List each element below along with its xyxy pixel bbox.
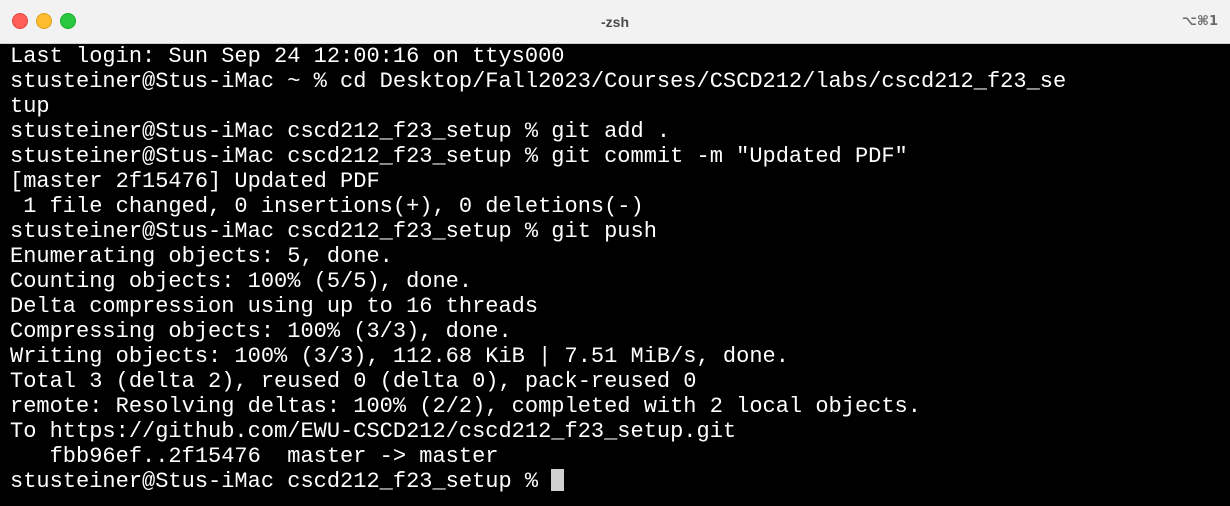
terminal-line: stusteiner@Stus-iMac cscd212_f23_setup %… — [10, 219, 657, 244]
terminal-line: Enumerating objects: 5, done. — [10, 244, 393, 269]
terminal-line: 1 file changed, 0 insertions(+), 0 delet… — [10, 194, 644, 219]
terminal-line: remote: Resolving deltas: 100% (2/2), co… — [10, 394, 921, 419]
terminal-line: Counting objects: 100% (5/5), done. — [10, 269, 473, 294]
terminal-line: Compressing objects: 100% (3/3), done. — [10, 319, 512, 344]
title-bar[interactable]: -zsh ⌥⌘1 — [0, 0, 1230, 44]
terminal-line: stusteiner@Stus-iMac ~ % cd Desktop/Fall… — [10, 69, 1067, 94]
shell-prompt: stusteiner@Stus-iMac cscd212_f23_setup % — [10, 469, 552, 494]
text-cursor — [551, 469, 565, 491]
terminal-window: -zsh ⌥⌘1 Last login: Sun Sep 24 12:00:16… — [0, 0, 1230, 506]
terminal-line: tup — [10, 94, 50, 119]
terminal-line: Delta compression using up to 16 threads — [10, 294, 539, 319]
terminal-line: [master 2f15476] Updated PDF — [10, 169, 380, 194]
window-shortcut-label: ⌥⌘1 — [1181, 14, 1218, 29]
terminal-line: stusteiner@Stus-iMac cscd212_f23_setup %… — [10, 119, 671, 144]
prompt-line[interactable]: stusteiner@Stus-iMac cscd212_f23_setup % — [10, 469, 1222, 494]
terminal-line: Total 3 (delta 2), reused 0 (delta 0), p… — [10, 369, 697, 394]
terminal-line: To https://github.com/EWU-CSCD212/cscd21… — [10, 419, 737, 444]
terminal-line: fbb96ef..2f15476 master -> master — [10, 444, 499, 469]
terminal-line: stusteiner@Stus-iMac cscd212_f23_setup %… — [10, 144, 908, 169]
terminal-line: Writing objects: 100% (3/3), 112.68 KiB … — [10, 344, 789, 369]
terminal-output[interactable]: Last login: Sun Sep 24 12:00:16 on ttys0… — [10, 44, 1222, 506]
terminal-line: Last login: Sun Sep 24 12:00:16 on ttys0… — [10, 44, 565, 69]
window-title: -zsh — [601, 14, 629, 30]
